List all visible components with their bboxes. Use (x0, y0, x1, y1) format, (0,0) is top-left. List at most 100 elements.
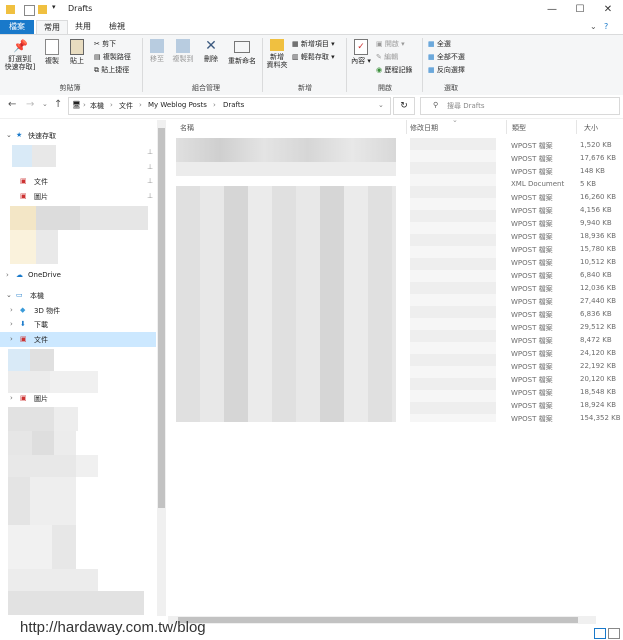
recent-locations-button[interactable]: ⌄ (42, 100, 48, 108)
maximize-button[interactable]: ☐ (566, 0, 594, 20)
refresh-button[interactable]: ↻ (393, 97, 415, 115)
tab-home[interactable]: 常用 (36, 20, 68, 34)
divider (0, 118, 623, 119)
file-type: WPOST 檔案 (511, 415, 553, 423)
up-button[interactable]: ↑ (54, 99, 62, 110)
file-type: WPOST 檔案 (511, 220, 553, 228)
breadcrumb-documents[interactable]: 文件 (119, 101, 133, 111)
history-button[interactable]: ◉ 歷程記錄 (376, 65, 412, 75)
sort-indicator-icon: ⌄ (452, 116, 458, 124)
close-button[interactable]: ✕ (594, 0, 622, 20)
scrollbar-thumb[interactable] (158, 128, 165, 508)
chevron-down-icon[interactable]: ⌄ (6, 131, 12, 139)
column-header-size[interactable]: 大小 (584, 123, 598, 133)
nav-downloads[interactable]: 下載 (34, 320, 48, 330)
nav-pictures[interactable]: 圖片 (34, 192, 48, 202)
file-size: 10,512 KB (580, 258, 617, 266)
tab-file[interactable]: 檔案 (0, 20, 34, 34)
pin-icon[interactable]: ⊥ (147, 177, 153, 185)
address-bar[interactable]: 🖥 › 本機 › 文件 › My Weblog Posts › Drafts ⌄ (68, 97, 391, 115)
horizontal-scrollbar[interactable] (168, 616, 596, 624)
file-size: 154,352 KB (580, 414, 621, 422)
tab-view[interactable]: 檢視 (100, 20, 134, 34)
nav-this-pc[interactable]: 本機 (30, 291, 44, 301)
details-view-icon[interactable] (594, 628, 606, 639)
nav-documents-pc[interactable]: 文件 (34, 335, 48, 345)
file-type: WPOST 檔案 (511, 259, 553, 267)
delete-button[interactable]: ✕ 刪除 (200, 39, 222, 63)
file-size: 18,936 KB (580, 232, 617, 240)
select-all-button[interactable]: ▦ 全選 (428, 39, 451, 49)
chevron-down-icon[interactable]: ▾ (52, 3, 61, 12)
pin-icon[interactable]: ⊥ (147, 163, 153, 171)
easy-access-icon: ▥ (292, 53, 301, 61)
breadcrumb-drafts[interactable]: Drafts (223, 101, 244, 109)
breadcrumb-weblog[interactable]: My Weblog Posts (148, 101, 207, 109)
file-type: WPOST 檔案 (511, 337, 553, 345)
paste-button[interactable]: 貼上 (66, 39, 88, 65)
column-divider (576, 120, 577, 134)
select-none-icon: ▦ (428, 53, 437, 61)
chevron-right-icon[interactable]: › (10, 306, 13, 314)
scrollbar-thumb[interactable] (178, 617, 578, 623)
tab-share[interactable]: 共用 (68, 20, 98, 34)
file-type: WPOST 檔案 (511, 363, 553, 371)
cut-button[interactable]: ✂ 剪下 (94, 39, 116, 49)
blurred-item (8, 407, 54, 431)
nav-3d-objects[interactable]: 3D 物件 (34, 306, 60, 316)
rename-button[interactable]: 重新命名 (226, 39, 258, 65)
breadcrumb-this-pc[interactable]: 本機 (90, 101, 104, 111)
blurred-item (30, 477, 76, 525)
column-header-type[interactable]: 類型 (512, 123, 526, 133)
forward-button[interactable]: → (26, 99, 34, 110)
blurred-item (36, 206, 80, 230)
file-type: WPOST 檔案 (511, 272, 553, 280)
chevron-right-icon[interactable]: › (10, 335, 13, 343)
move-to-button[interactable]: 移至 (146, 39, 168, 63)
select-none-button[interactable]: ▦ 全部不選 (428, 52, 465, 62)
pin-icon[interactable]: ⊥ (147, 148, 153, 156)
easy-access-button[interactable]: ▥ 輕鬆存取 ▾ (292, 52, 335, 62)
chevron-down-icon[interactable]: ⌄ (590, 22, 597, 31)
pin-icon[interactable]: ⊥ (147, 192, 153, 200)
large-icons-view-icon[interactable] (608, 628, 620, 639)
nav-scrollbar[interactable] (157, 120, 166, 616)
copy-button[interactable]: 複製 (40, 39, 64, 65)
new-folder-button[interactable]: 新增 資料夾 (264, 39, 290, 69)
chevron-right-icon[interactable]: › (6, 271, 9, 279)
open-button[interactable]: ▣ 開啟 ▾ (376, 39, 405, 49)
column-header-name[interactable]: 名稱 (180, 123, 194, 133)
chevron-down-icon[interactable]: ⌄ (6, 291, 12, 299)
back-button[interactable]: ← (8, 99, 16, 110)
ribbon: 📌 釘選到[ 快速存取] 複製 貼上 ✂ 剪下 ▤ 複製路徑 ⧉ 貼上捷徑 剪貼… (0, 34, 623, 96)
edit-button[interactable]: ✎ 編輯 (376, 52, 398, 62)
chevron-down-icon[interactable]: ⌄ (378, 101, 384, 109)
column-header-date[interactable]: 修改日期 (410, 123, 438, 133)
paste-shortcut-button[interactable]: ⧉ 貼上捷徑 (94, 65, 129, 75)
chevron-right-icon[interactable]: › (10, 394, 13, 402)
properties-icon[interactable] (24, 5, 35, 16)
chevron-right-icon[interactable]: › (10, 320, 13, 328)
nav-pictures-pc[interactable]: 圖片 (34, 394, 48, 404)
minimize-button[interactable]: — (538, 0, 566, 20)
copy-path-button[interactable]: ▤ 複製路徑 (94, 52, 131, 62)
properties-button[interactable]: ✓ 內容 ▾ (350, 39, 372, 65)
open-icon: ▣ (376, 40, 385, 48)
new-item-button[interactable]: ▦ 新增項目 ▾ (292, 39, 335, 49)
file-size: 148 KB (580, 167, 605, 175)
blurred-item (76, 455, 98, 477)
file-size: 20,120 KB (580, 375, 617, 383)
blurred-item (54, 407, 78, 431)
nav-documents[interactable]: 文件 (34, 177, 48, 187)
copy-to-button[interactable]: 複製到 (170, 39, 196, 63)
new-folder-icon[interactable] (38, 5, 47, 14)
invert-selection-button[interactable]: ▦ 反向選擇 (428, 65, 465, 75)
paste-label: 貼上 (70, 57, 84, 65)
nav-quick-access[interactable]: 快速存取 (28, 131, 56, 141)
file-size: 27,440 KB (580, 297, 617, 305)
help-icon[interactable]: ? (604, 22, 608, 31)
nav-onedrive[interactable]: OneDrive (28, 271, 61, 279)
file-size: 15,780 KB (580, 245, 617, 253)
search-input[interactable]: ⚲ 搜尋 Drafts (420, 97, 620, 115)
pin-quick-access-button[interactable]: 📌 釘選到[ 快速存取] (4, 39, 36, 71)
